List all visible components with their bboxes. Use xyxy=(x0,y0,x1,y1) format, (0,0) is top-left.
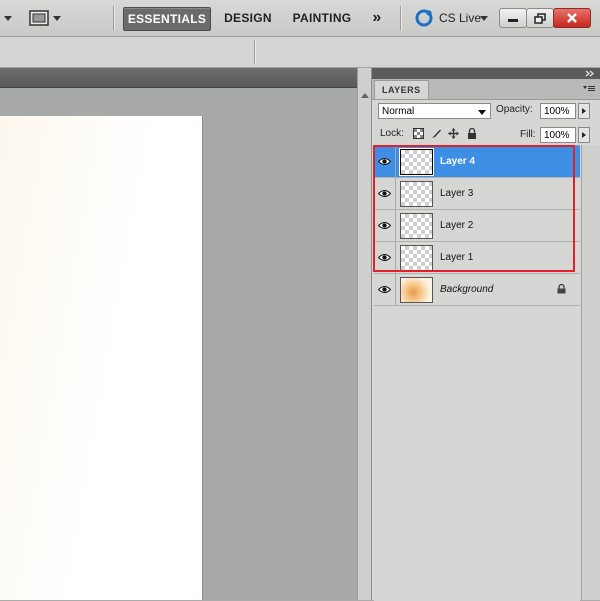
lock-transparent-pixels-icon[interactable] xyxy=(413,128,424,139)
eye-icon xyxy=(378,158,391,165)
opacity-slider-button[interactable] xyxy=(578,103,590,119)
screen-mode-dropdown-arrow[interactable] xyxy=(53,0,61,36)
layer-thumbnail xyxy=(399,148,434,176)
layers-panel: LAYERS Normal Opacity: 100% Lock: Fill: … xyxy=(371,68,600,601)
panel-collapse-strip[interactable] xyxy=(372,68,600,79)
fill-slider-button[interactable] xyxy=(578,127,590,143)
layer-row-background[interactable]: Background xyxy=(374,274,580,306)
layers-list-scrollbar[interactable] xyxy=(581,145,600,600)
opacity-input[interactable]: 100% xyxy=(540,103,576,119)
layer-name[interactable]: Layer 1 xyxy=(440,242,473,273)
application-bar: ESSENTIALS DESIGN PAINTING » CS Live xyxy=(0,0,600,37)
visibility-toggle[interactable] xyxy=(374,178,396,209)
workspace-painting-button[interactable]: PAINTING xyxy=(287,7,357,29)
blend-mode-select[interactable]: Normal xyxy=(378,103,491,119)
more-workspaces-button[interactable]: » xyxy=(367,7,387,29)
close-button[interactable] xyxy=(553,8,591,28)
layer-thumbnail xyxy=(400,245,433,271)
cs-live-icon[interactable] xyxy=(414,0,434,36)
blend-mode-value: Normal xyxy=(382,105,415,117)
layer-row[interactable]: Layer 3 xyxy=(374,178,580,210)
options-bar xyxy=(0,37,600,68)
opacity-label: Opacity: xyxy=(496,104,533,115)
appbar-separator xyxy=(113,6,115,30)
cs-live-dropdown-arrow[interactable] xyxy=(480,0,488,36)
options-separator xyxy=(254,40,256,64)
layer-row[interactable]: Layer 2 xyxy=(374,210,580,242)
workspace-scrollbar[interactable] xyxy=(357,68,372,600)
lock-icon xyxy=(557,284,566,294)
visibility-toggle[interactable] xyxy=(374,146,396,177)
visibility-toggle[interactable] xyxy=(374,274,396,305)
layer-name[interactable]: Layer 2 xyxy=(440,210,473,241)
panel-menu-icon[interactable] xyxy=(583,85,595,96)
eye-icon xyxy=(378,190,391,197)
scroll-up-arrow-icon[interactable] xyxy=(361,93,369,98)
eye-icon xyxy=(378,286,391,293)
panel-tab-row: LAYERS xyxy=(372,79,600,100)
document-canvas[interactable] xyxy=(0,116,202,600)
screen-mode-icon[interactable] xyxy=(29,0,49,36)
lock-label: Lock: xyxy=(380,128,404,139)
tab-layers[interactable]: LAYERS xyxy=(374,80,429,99)
layer-name[interactable]: Layer 3 xyxy=(440,178,473,209)
fill-label: Fill: xyxy=(520,129,536,140)
minimize-button[interactable] xyxy=(499,8,527,28)
layers-list: Layer 4 Layer 3 Layer 2 Layer 1 Backgrou… xyxy=(374,145,580,601)
fill-input[interactable]: 100% xyxy=(540,127,576,143)
background-thumbnail xyxy=(400,277,433,303)
layer-name[interactable]: Layer 4 xyxy=(440,146,475,177)
layer-thumbnail xyxy=(400,213,433,239)
workspace-design-button[interactable]: DESIGN xyxy=(220,7,276,29)
lock-image-pixels-icon[interactable] xyxy=(431,128,442,139)
eye-icon xyxy=(378,222,391,229)
layer-thumbnail xyxy=(400,181,433,207)
layer-row[interactable]: Layer 4 xyxy=(374,146,580,178)
collapse-panel-icon[interactable] xyxy=(585,70,595,77)
tool-dropdown-arrow[interactable] xyxy=(4,0,12,36)
lock-position-icon[interactable] xyxy=(448,128,459,139)
document-tab-strip xyxy=(0,68,357,88)
visibility-toggle[interactable] xyxy=(374,242,396,273)
cs-live-label[interactable]: CS Live xyxy=(439,0,481,36)
chevron-down-icon xyxy=(478,110,486,115)
close-icon xyxy=(567,13,577,23)
lock-all-icon[interactable] xyxy=(466,128,477,139)
layer-name[interactable]: Background xyxy=(440,274,493,305)
visibility-toggle[interactable] xyxy=(374,210,396,241)
restore-button[interactable] xyxy=(526,8,554,28)
appbar-separator xyxy=(400,6,402,30)
eye-icon xyxy=(378,254,391,261)
workspace-essentials-button[interactable]: ESSENTIALS xyxy=(123,7,211,31)
layer-row[interactable]: Layer 1 xyxy=(374,242,580,274)
